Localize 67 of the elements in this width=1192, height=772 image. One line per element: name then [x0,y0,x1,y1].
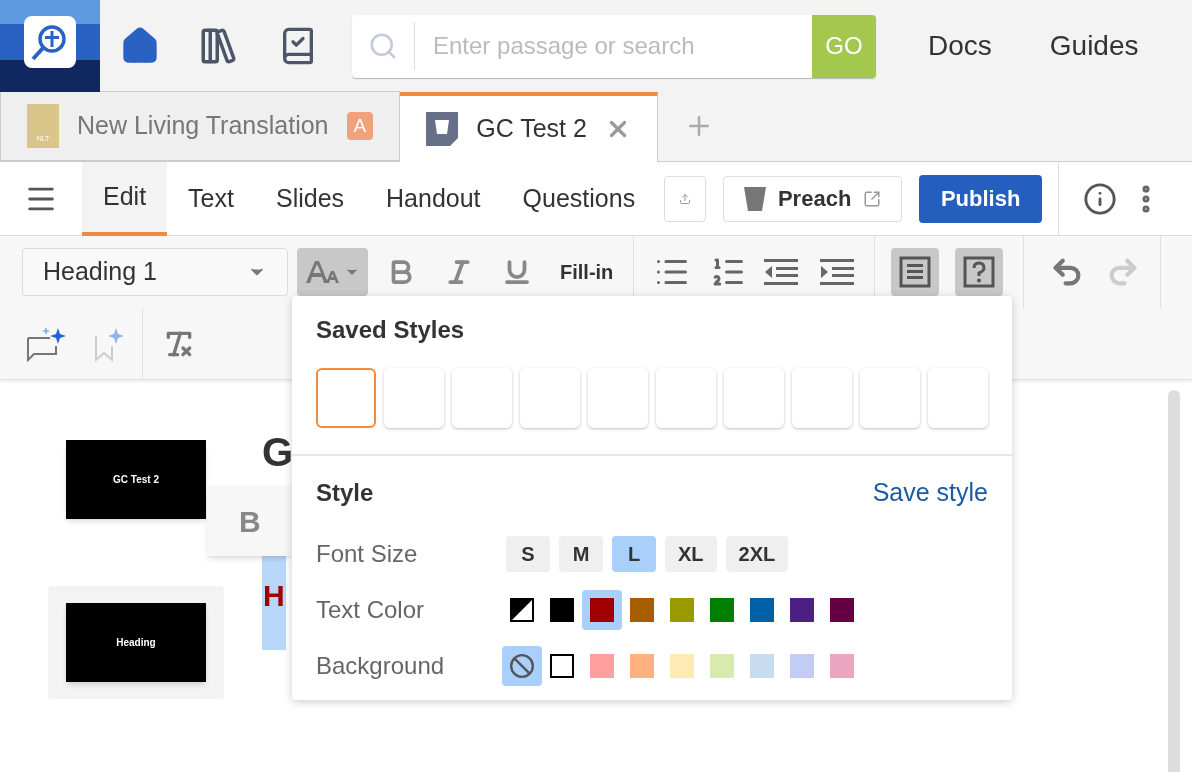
tab-title: GC Test 2 [476,113,587,145]
color-swatch[interactable] [630,597,654,622]
external-link-icon [863,189,882,208]
indent-icon[interactable] [820,257,855,287]
text-style-button[interactable] [297,248,368,296]
color-swatch[interactable] [670,653,694,678]
color-swatch[interactable] [590,653,614,678]
auto-color-swatch[interactable] [510,597,534,622]
bookmark-sparkle-icon[interactable] [94,326,126,362]
color-swatch[interactable] [830,597,854,622]
comment-sparkle-icon[interactable] [26,326,68,362]
home-icon[interactable] [120,26,160,66]
slide-card[interactable]: GC Test 2 [48,423,224,536]
mode-tab[interactable]: Edit [82,161,168,236]
document-heading: G [262,432,294,472]
color-swatch[interactable] [790,653,814,678]
outdent-icon[interactable] [764,257,799,287]
document-tab[interactable]: GC Test 2 [400,92,658,162]
info-icon[interactable] [1083,181,1118,216]
font-size-option[interactable]: L [612,535,656,572]
field-label: Background [316,650,446,681]
pulpit-icon [743,186,766,211]
font-size-option[interactable]: S [506,535,550,572]
color-swatch[interactable] [790,597,814,622]
preach-button[interactable]: Preach [723,175,903,222]
font-size-option[interactable]: XL [665,535,717,572]
nav-link[interactable]: Docs [928,25,992,67]
slide-card[interactable]: Heading [48,586,224,699]
field-label: Text Color [316,594,426,625]
color-swatch[interactable] [670,597,694,622]
font-size-option[interactable]: 2XL [725,535,789,572]
app-logo[interactable] [0,0,100,92]
block-style-select[interactable]: Heading 1 [22,248,288,296]
font-size-icon [305,259,342,285]
field-label: Font Size [316,538,419,569]
search-icon [368,31,398,61]
color-swatch[interactable] [590,597,614,622]
mode-tab[interactable]: Handout [365,161,502,236]
color-swatch[interactable] [710,653,734,678]
underline-icon[interactable] [502,257,532,287]
font-size-option[interactable]: M [559,535,603,572]
mode-tab[interactable]: Text [167,161,255,236]
saved-style-slot[interactable] [316,368,376,428]
color-swatch[interactable] [550,653,574,678]
tab-title: New Living Translation [77,110,329,142]
pulpit-document-icon [426,112,459,146]
color-swatch[interactable] [550,597,574,622]
fill-in-button[interactable]: Fill-in [560,257,614,287]
upload-icon [679,192,692,205]
text-block-toggle[interactable] [891,248,940,296]
color-swatch[interactable] [710,597,734,622]
nav-link[interactable]: Guides [1049,25,1139,67]
color-swatch[interactable] [630,653,654,678]
popover-title: Saved Styles [316,315,466,345]
save-style-link[interactable]: Save style [872,474,988,512]
slide-thumbnail: Heading [66,603,206,682]
publish-button[interactable]: Publish [919,174,1043,223]
color-swatch[interactable] [830,653,854,678]
color-swatch[interactable] [750,597,774,622]
question-toggle[interactable] [955,248,1004,296]
mode-tab[interactable]: Questions [501,161,657,236]
slide-thumbnail: GC Test 2 [66,440,206,519]
color-swatch[interactable] [750,653,774,678]
no-color-icon[interactable] [509,652,535,679]
mode-tab[interactable]: Slides [254,161,366,236]
tab-badge: A [346,111,374,141]
section-title: Style [316,477,374,508]
